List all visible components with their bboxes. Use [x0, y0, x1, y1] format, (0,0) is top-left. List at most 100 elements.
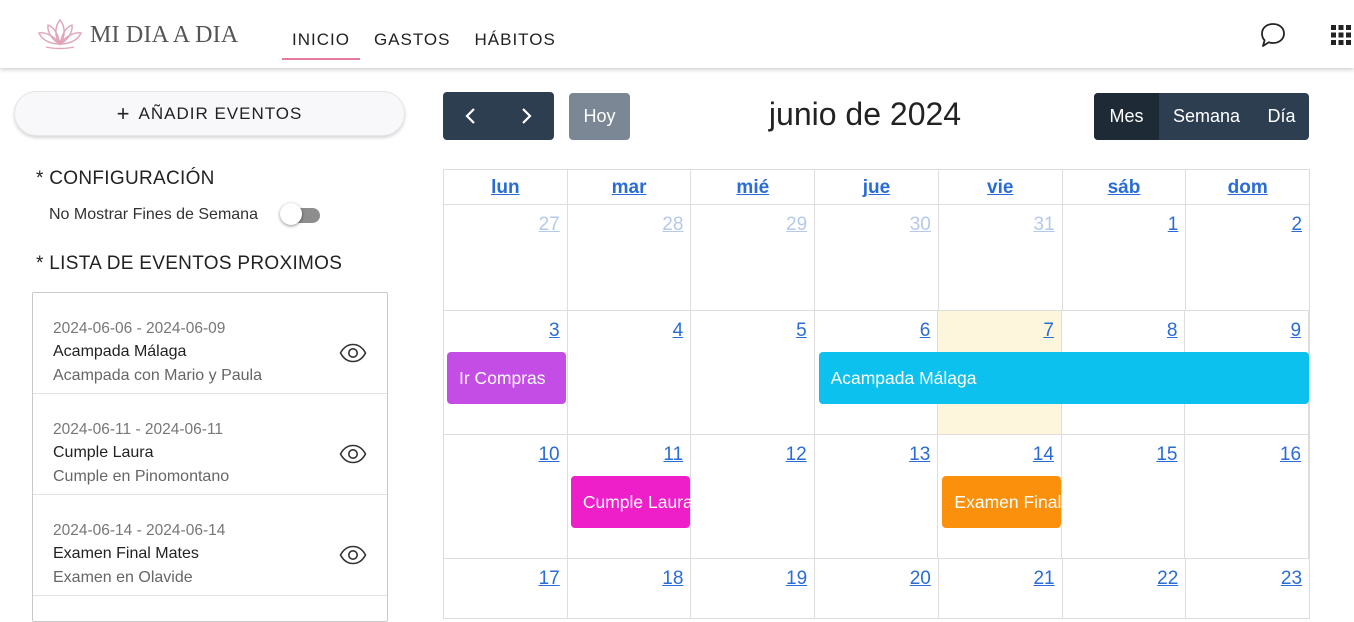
month-nav-group: [443, 92, 554, 140]
day-number[interactable]: 7: [1043, 320, 1054, 342]
list-item: 2024-06-14 - 2024-06-14 Examen Final Mat…: [33, 495, 387, 596]
day-number[interactable]: 22: [1157, 568, 1178, 590]
nav-inicio[interactable]: INICIO: [282, 20, 360, 60]
list-item: 2024-06-11 - 2024-06-11 Cumple Laura Cum…: [33, 394, 387, 495]
day-number[interactable]: 31: [1033, 214, 1054, 236]
day-number[interactable]: 29: [786, 214, 807, 236]
day-number[interactable]: 20: [910, 568, 931, 590]
event-description: Acampada con Mario y Paula: [53, 367, 262, 384]
day-number[interactable]: 2: [1291, 214, 1302, 236]
day-number[interactable]: 28: [662, 214, 683, 236]
day-number[interactable]: 9: [1290, 320, 1301, 342]
day-number[interactable]: 3: [549, 320, 560, 342]
day-cell[interactable]: 2: [1186, 205, 1309, 310]
day-cell[interactable]: 21: [939, 559, 1063, 618]
calendar-weeks: 27 28 29 30 31 1 2 3 4 5 6 7 8 9 Ir Compras Acampada Má…: [443, 205, 1310, 619]
eye-icon[interactable]: [339, 444, 367, 464]
day-cell[interactable]: 17: [444, 559, 568, 618]
day-number[interactable]: 11: [663, 444, 683, 466]
events-list-title: * LISTA DE EVENTOS PROXIMOS: [36, 253, 343, 274]
day-number[interactable]: 12: [786, 444, 807, 466]
brand-name: MI DIA A DIA: [90, 21, 239, 48]
day-cell[interactable]: 5: [691, 311, 815, 434]
day-cell[interactable]: 10: [444, 435, 568, 558]
today-button[interactable]: Hoy: [569, 93, 630, 140]
view-switcher: Mes Semana Día: [1094, 93, 1309, 140]
add-events-button[interactable]: + AÑADIR EVENTOS: [14, 91, 405, 136]
toggle-knob: [279, 203, 302, 225]
day-cell[interactable]: 31: [939, 205, 1063, 310]
day-cell[interactable]: 19: [691, 559, 816, 618]
day-cell[interactable]: 28: [568, 205, 692, 310]
event-dates: 2024-06-06 - 2024-06-09: [53, 320, 226, 337]
weekday-mar[interactable]: mar: [568, 170, 692, 204]
brand[interactable]: MI DIA A DIA: [36, 18, 238, 52]
calendar-week: 17 18 19 20 21 22 23: [443, 559, 1310, 619]
day-cell[interactable]: 29: [691, 205, 816, 310]
month-calendar: lun mar mié jue vie sáb dom 27 28 29 30 31 1 2…: [443, 169, 1310, 619]
chevron-left-icon: [465, 108, 475, 124]
view-month-button[interactable]: Mes: [1094, 93, 1159, 140]
view-day-button[interactable]: Día: [1254, 93, 1309, 140]
day-number[interactable]: 16: [1280, 444, 1301, 466]
day-cell[interactable]: 4: [568, 311, 692, 434]
eye-icon[interactable]: [339, 343, 367, 363]
day-number[interactable]: 27: [539, 214, 560, 236]
day-number[interactable]: 23: [1281, 568, 1302, 590]
nav-habitos[interactable]: HÁBITOS: [475, 20, 556, 60]
weekday-mie[interactable]: mié: [691, 170, 816, 204]
weekday-vie[interactable]: vie: [939, 170, 1063, 204]
weekend-toggle[interactable]: [279, 203, 322, 225]
config-title: * CONFIGURACIÓN: [36, 168, 215, 189]
calendar-event[interactable]: Acampada Málaga: [818, 352, 1309, 404]
day-number[interactable]: 21: [1033, 568, 1054, 590]
day-number[interactable]: 8: [1167, 320, 1178, 342]
calendar-week: 10 11 12 13 14 15 16 Cumple Laura Examen Final: [443, 435, 1310, 559]
day-cell[interactable]: 30: [815, 205, 939, 310]
top-bar: MI DIA A DIA INICIO GASTOS HÁBITOS: [0, 0, 1354, 68]
day-number[interactable]: 1: [1168, 214, 1179, 236]
weekday-sab[interactable]: sáb: [1063, 170, 1187, 204]
weekday-jue[interactable]: jue: [815, 170, 939, 204]
day-number[interactable]: 17: [539, 568, 560, 590]
day-cell[interactable]: 18: [568, 559, 692, 618]
eye-icon[interactable]: [339, 545, 367, 565]
event-title: Cumple Laura: [53, 444, 154, 461]
day-number[interactable]: 10: [538, 444, 559, 466]
weekday-lun[interactable]: lun: [444, 170, 568, 204]
day-cell[interactable]: 22: [1063, 559, 1187, 618]
view-week-button[interactable]: Semana: [1159, 93, 1254, 140]
plus-icon: +: [116, 100, 131, 126]
calendar-event[interactable]: Cumple Laura: [570, 476, 690, 528]
calendar-title: junio de 2024: [768, 96, 962, 132]
calendar-event[interactable]: Ir Compras: [447, 352, 566, 404]
day-number[interactable]: 18: [662, 568, 683, 590]
day-cell[interactable]: 23: [1186, 559, 1309, 618]
next-month-button[interactable]: [499, 92, 555, 140]
calendar-event[interactable]: Examen Final: [942, 476, 1062, 528]
day-cell[interactable]: 20: [815, 559, 939, 618]
nav-gastos[interactable]: GASTOS: [374, 20, 451, 60]
apps-grid-icon[interactable]: [1326, 20, 1354, 50]
weekday-dom[interactable]: dom: [1186, 170, 1309, 204]
day-number[interactable]: 14: [1033, 444, 1054, 466]
day-cell[interactable]: 12: [691, 435, 815, 558]
lotus-logo-icon: [36, 16, 84, 55]
day-number[interactable]: 4: [673, 320, 684, 342]
day-number[interactable]: 19: [786, 568, 807, 590]
chevron-right-icon: [522, 108, 532, 124]
day-number[interactable]: 15: [1156, 444, 1177, 466]
day-cell[interactable]: 13: [815, 435, 939, 558]
day-cell[interactable]: 1: [1063, 205, 1187, 310]
day-number[interactable]: 5: [796, 320, 807, 342]
day-cell[interactable]: 15: [1062, 435, 1186, 558]
event-dates: 2024-06-14 - 2024-06-14: [53, 522, 226, 539]
prev-month-button[interactable]: [443, 92, 499, 140]
day-number[interactable]: 30: [910, 214, 931, 236]
day-cell[interactable]: 16: [1185, 435, 1310, 558]
day-number[interactable]: 6: [920, 320, 931, 342]
day-cell[interactable]: 27: [444, 205, 568, 310]
add-events-label: AÑADIR EVENTOS: [138, 103, 303, 123]
day-number[interactable]: 13: [909, 444, 930, 466]
chat-bubble-icon[interactable]: [1258, 20, 1288, 50]
